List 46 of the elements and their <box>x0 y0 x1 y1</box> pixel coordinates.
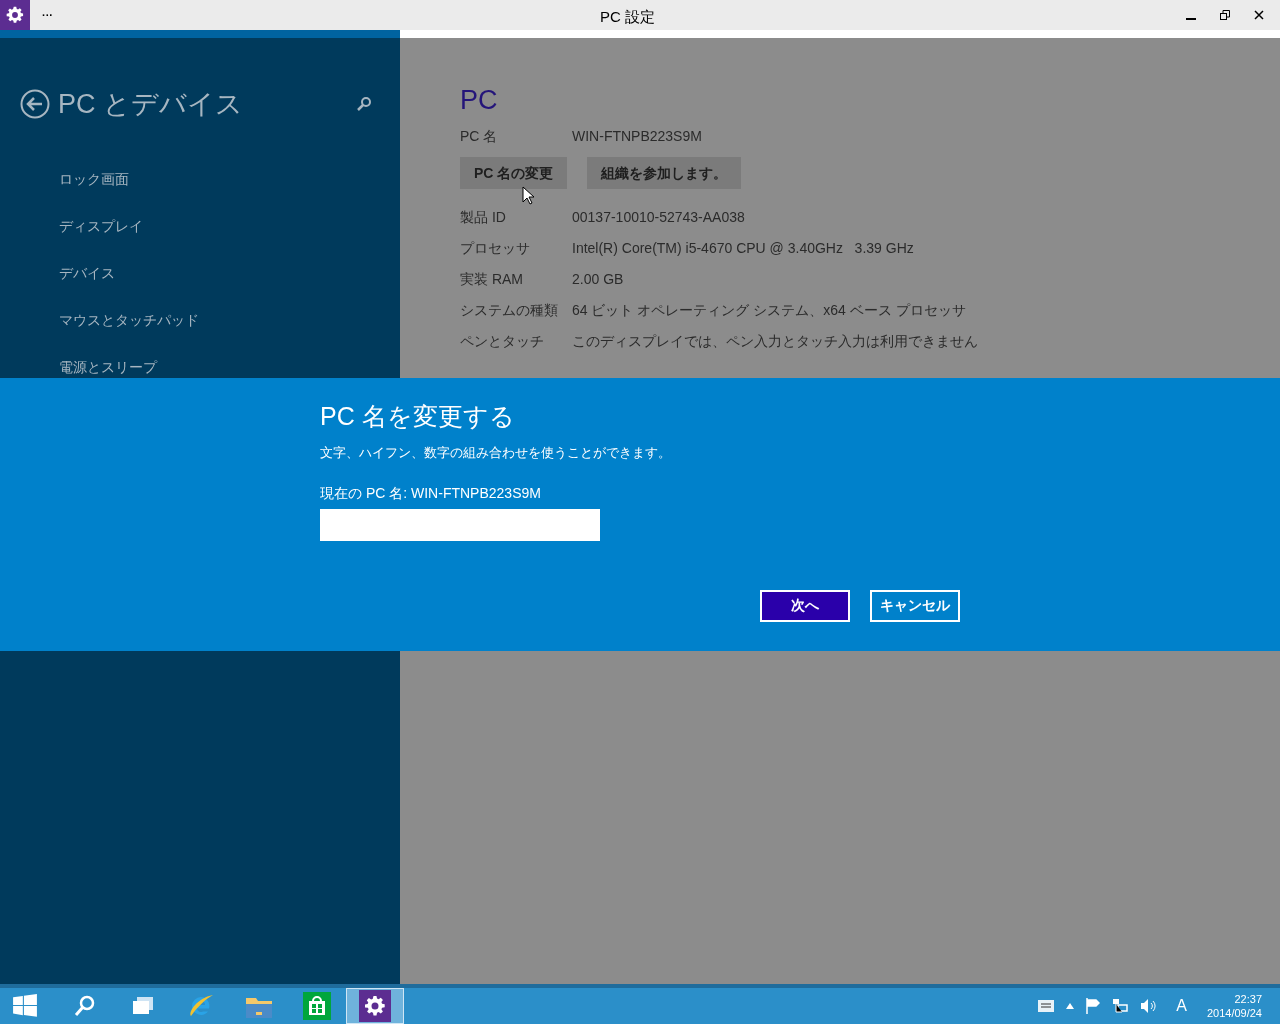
search-icon <box>73 994 97 1018</box>
name-input-field[interactable] <box>320 508 600 541</box>
mouse-cursor-icon <box>522 186 534 205</box>
field-label: プロセッサ <box>460 239 531 258</box>
dialog-description: 文字、ハイフン、数字の組み合わせを使うことができます。 <box>320 444 672 462</box>
next-button[interactable]: 次へ <box>760 589 850 622</box>
taskbar-button[interactable] <box>346 988 404 1024</box>
flag-icon[interactable] <box>1086 998 1101 1014</box>
sidebar-item[interactable]: マウスとタッチパッド <box>59 309 372 331</box>
windows-logo-icon[interactable] <box>12 993 38 1019</box>
section-heading: PC <box>460 84 499 116</box>
sidebar-item[interactable]: ディスプレイ <box>59 215 372 237</box>
field-label: 実装 RAM <box>460 270 524 289</box>
gear-icon <box>363 994 387 1018</box>
field-label: システムの種類 <box>460 301 559 320</box>
field-label: 製品 ID <box>460 208 507 227</box>
caret-up-icon[interactable] <box>1066 1003 1075 1009</box>
dialog-title: PC 名を変更する <box>320 401 516 432</box>
field-value: Intel(R) Core(TM) i5-4670 CPU @ 3.40GHz 3.39 GHz <box>572 239 914 258</box>
speaker-icon[interactable] <box>1140 998 1157 1014</box>
ime-indicator[interactable]: A <box>1176 994 1187 1018</box>
field-label: PC 名 <box>460 127 499 146</box>
sidebar-item[interactable]: ロック画面 <box>59 168 372 190</box>
menu-button[interactable]: ··· <box>42 6 53 24</box>
sidebar-item[interactable]: デバイス <box>59 262 372 284</box>
store-bag-icon <box>301 990 333 1022</box>
action-button[interactable]: PC 名の変更 <box>460 157 568 189</box>
field-value: 2.00 GB <box>572 270 624 289</box>
network-icon[interactable] <box>1112 998 1129 1014</box>
sidebar-item[interactable]: 電源とスリープ <box>59 356 372 378</box>
restore-icon[interactable] <box>1220 10 1230 20</box>
action-button[interactable]: 組織を参加します。 <box>587 157 742 189</box>
sidebar-title: PC とデバイス <box>58 88 243 121</box>
search-icon[interactable] <box>356 96 372 113</box>
cancel-button[interactable]: キャンセル <box>870 589 960 622</box>
field-value: 00137-10010-52743-AA038 <box>572 208 745 227</box>
field-value: 64 ビット オペレーティング システム、x64 ベース プロセッサ <box>572 301 966 320</box>
app-gear-icon <box>5 5 25 25</box>
field-value: WIN-FTNPB223S9M <box>572 127 702 146</box>
clock[interactable]: 22:37 2014/09/24 <box>1206 992 1262 1020</box>
close-icon[interactable] <box>1254 10 1264 20</box>
keyboard-icon[interactable] <box>1038 1000 1055 1012</box>
field-value: このディスプレイでは、ペン入力とタッチ入力は利用できません <box>572 332 978 351</box>
current-name-label: 現在の PC 名: WIN-FTNPB223S9M <box>320 483 542 503</box>
field-label: ペンとタッチ <box>460 332 545 351</box>
window-title: PC 設定 <box>600 7 655 27</box>
